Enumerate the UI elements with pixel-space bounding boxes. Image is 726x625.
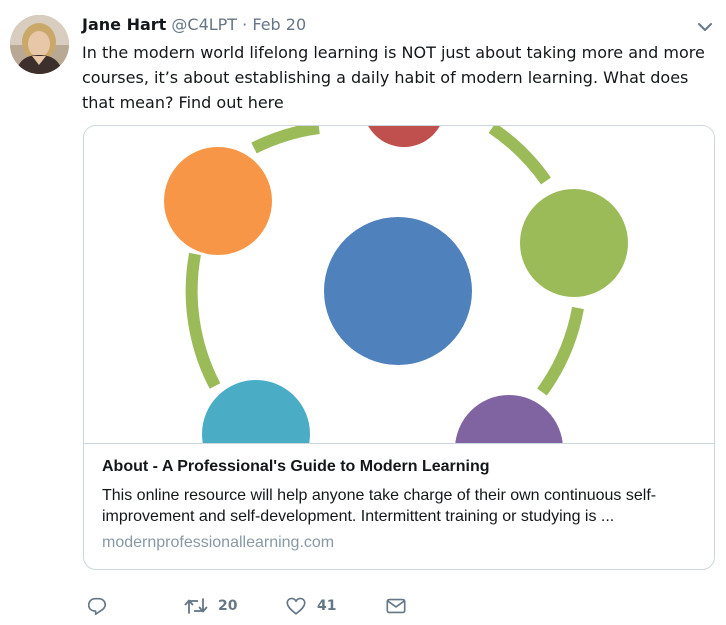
author-handle[interactable]: @C4LPT bbox=[171, 15, 237, 34]
circle-teal bbox=[202, 380, 310, 443]
separator-dot: · bbox=[242, 15, 248, 34]
envelope-icon bbox=[386, 598, 406, 614]
circle-orange bbox=[164, 147, 272, 255]
tweet[interactable]: Jane Hart @C4LPT · Feb 20 In the modern … bbox=[0, 0, 726, 625]
tweet-actions: 20 41 bbox=[86, 594, 586, 618]
direct-message-button[interactable] bbox=[385, 594, 407, 618]
like-count: 41 bbox=[317, 598, 337, 614]
chevron-down-icon[interactable] bbox=[694, 16, 716, 38]
card-description: This online resource will help anyone ta… bbox=[102, 487, 657, 525]
circle-green bbox=[520, 189, 628, 297]
card-title: About - A Professional's Guide to Modern… bbox=[102, 458, 490, 475]
ring-arc-4 bbox=[185, 252, 221, 389]
retweet-button[interactable]: 20 bbox=[184, 594, 237, 618]
ring-arc-2 bbox=[488, 126, 551, 185]
reply-button[interactable] bbox=[86, 594, 108, 618]
avatar-image bbox=[10, 15, 69, 74]
link-card[interactable]: About - A Professional's Guide to Modern… bbox=[83, 125, 715, 570]
tweet-header: Jane Hart @C4LPT · Feb 20 bbox=[82, 13, 306, 37]
circle-red bbox=[368, 126, 440, 147]
card-image bbox=[84, 126, 714, 444]
card-domain: modernprofessionallearning.com bbox=[102, 534, 335, 551]
heart-icon bbox=[286, 597, 306, 615]
tweet-date[interactable]: Feb 20 bbox=[252, 15, 306, 34]
author-name[interactable]: Jane Hart bbox=[82, 15, 166, 34]
circle-purple bbox=[455, 395, 563, 443]
ring-arc-1 bbox=[251, 126, 320, 154]
reply-icon bbox=[87, 597, 107, 616]
like-button[interactable]: 41 bbox=[285, 594, 336, 618]
card-body: About - A Professional's Guide to Modern… bbox=[102, 456, 702, 554]
learning-cycle-graphic bbox=[164, 126, 628, 443]
tweet-text: In the modern world lifelong learning is… bbox=[82, 43, 705, 112]
ring-arc-3 bbox=[537, 306, 584, 396]
circle-center-blue bbox=[324, 217, 472, 365]
author-avatar[interactable] bbox=[10, 15, 69, 74]
retweet-count: 20 bbox=[218, 598, 238, 614]
retweet-icon bbox=[184, 598, 208, 614]
